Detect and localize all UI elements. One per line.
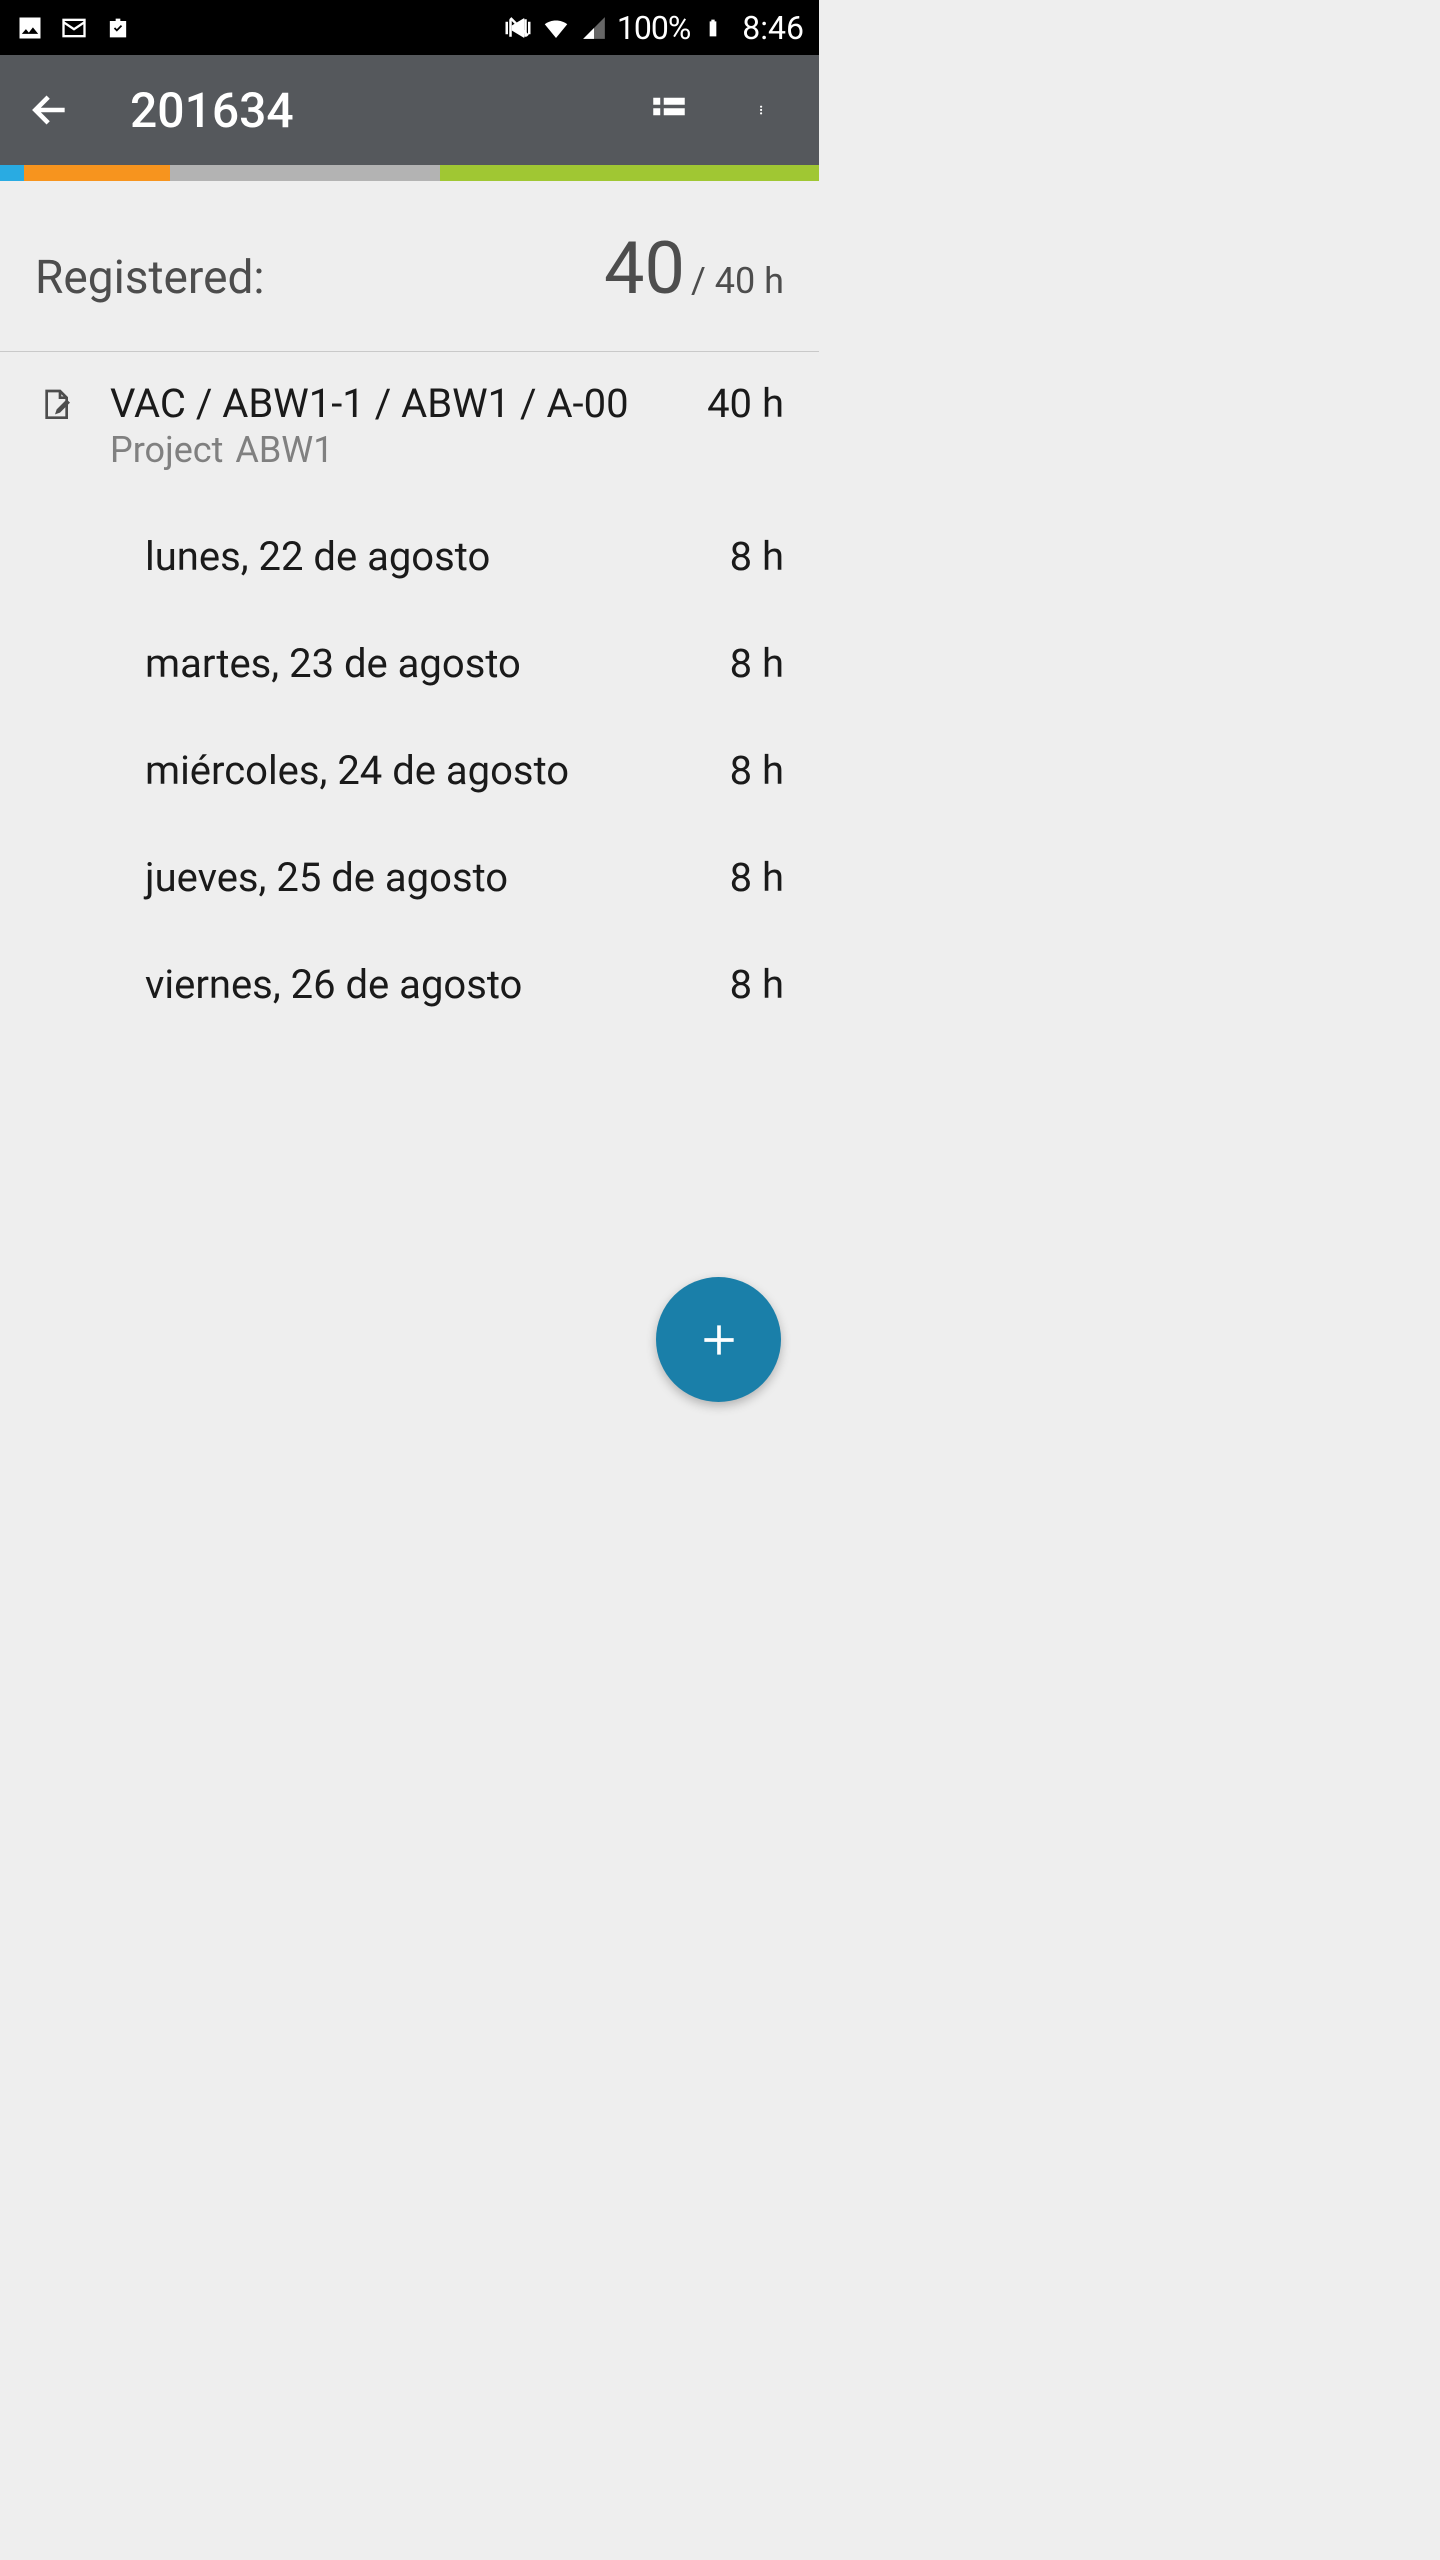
day-hours: 8 h [730,640,784,687]
project-sub-label: Project [110,429,223,471]
vibrate-icon [503,13,533,43]
days-list: lunes, 22 de agosto 8 h martes, 23 de ag… [0,483,819,1038]
project-title: VAC / ABW1-1 / ABW1 / A-00 [110,380,697,427]
project-hours: 40 h [707,380,784,427]
back-button[interactable] [20,88,80,132]
edit-note-icon [35,386,80,430]
list-item[interactable]: miércoles, 24 de agosto 8 h [0,717,819,824]
wifi-icon [541,13,571,43]
project-header[interactable]: VAC / ABW1-1 / ABW1 / A-00 Project ABW1 … [0,352,819,483]
project-sub-name: ABW1 [235,429,333,471]
battery-percent: 100% [617,9,690,47]
list-item[interactable]: viernes, 26 de agosto 8 h [0,931,819,1038]
day-hours: 8 h [730,747,784,794]
list-item[interactable]: jueves, 25 de agosto 8 h [0,824,819,931]
day-hours: 8 h [730,533,784,580]
summary-hours-total: / 40 h [691,260,784,302]
summary-row: Registered: 40 / 40 h [0,181,819,352]
view-list-button[interactable] [644,85,694,135]
signal-icon [579,13,609,43]
status-bar: 100% 8:46 [0,0,819,55]
status-right: 100% 8:46 [503,9,804,47]
add-button[interactable] [656,1277,781,1402]
day-label: jueves, 25 de agosto [145,854,730,901]
list-item[interactable]: lunes, 22 de agosto 8 h [0,503,819,610]
day-label: miércoles, 24 de agosto [145,747,730,794]
more-menu-button[interactable] [739,85,789,135]
day-hours: 8 h [730,961,784,1008]
day-label: martes, 23 de agosto [145,640,730,687]
status-clock: 8:46 [742,9,804,47]
briefcase-icon [103,13,133,43]
summary-hours-big: 40 [604,226,685,311]
day-label: viernes, 26 de agosto [145,961,730,1008]
list-item[interactable]: martes, 23 de agosto 8 h [0,610,819,717]
status-left [15,13,133,43]
page-title: 201634 [130,82,644,139]
day-hours: 8 h [730,854,784,901]
picture-icon [15,13,45,43]
progress-strip [0,165,819,181]
summary-label: Registered: [35,251,604,305]
day-label: lunes, 22 de agosto [145,533,730,580]
mail-icon [59,13,89,43]
battery-icon [698,13,728,43]
app-bar: 201634 [0,55,819,165]
